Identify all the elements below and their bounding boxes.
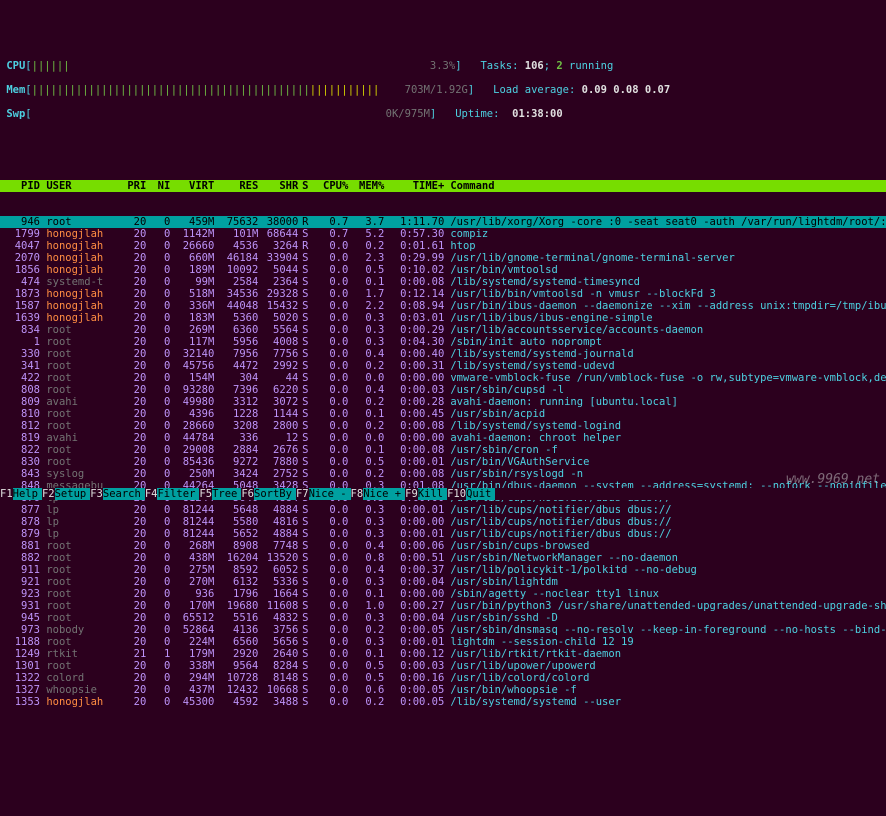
process-row[interactable]: 923 root20093617961664S0.00.10:00.00/sbi… [0, 588, 886, 600]
process-row[interactable]: 1 root200117M59564008S0.00.30:04.30/sbin… [0, 336, 886, 348]
process-row[interactable]: 1799 honogjlah2001142M101M68644S0.75.20:… [0, 228, 886, 240]
process-row[interactable]: 830 root2008543692727880S0.00.50:00.01/u… [0, 456, 886, 468]
process-table-body[interactable]: 946 root200459M7563238000R0.73.71:11.70/… [0, 216, 886, 708]
process-row[interactable]: 812 root2002866032082800S0.00.20:00.08/l… [0, 420, 886, 432]
function-key-bar[interactable]: F1HelpF2SetupF3SearchF4FilterF5TreeF6Sor… [0, 488, 886, 500]
process-row[interactable]: 810 root200439612281144S0.00.10:00.45/us… [0, 408, 886, 420]
fnkey[interactable]: F5 [199, 488, 212, 500]
fnkey[interactable]: F3 [90, 488, 103, 500]
fnkey[interactable]: F9 [405, 488, 418, 500]
process-row[interactable]: 1873 honogjlah200518M3453629328S0.01.70:… [0, 288, 886, 300]
fnkey[interactable]: F6 [241, 488, 254, 500]
process-row[interactable]: 1327 whoopsie200437M1243210668S0.00.60:0… [0, 684, 886, 696]
watermark: www.9969.net [786, 474, 880, 486]
process-row[interactable]: 834 root200269M63605564S0.00.30:00.29/us… [0, 324, 886, 336]
fnkey[interactable]: F7 [296, 488, 309, 500]
process-row[interactable]: 921 root200270M61325336S0.00.30:00.04/us… [0, 576, 886, 588]
process-row[interactable]: 808 root2009328073966220S0.00.40:00.03/u… [0, 384, 886, 396]
fnkey[interactable]: F1 [0, 488, 13, 500]
cpu-meter: CPU[|||||| 3.3%] Tasks: 106; 2 running [0, 60, 886, 72]
process-row[interactable]: 1249 rtkit211179M29202640S0.00.10:00.12/… [0, 648, 886, 660]
process-row[interactable]: 946 root200459M7563238000R0.73.71:11.70/… [0, 216, 886, 228]
process-row[interactable]: 1353 honogjlah2004530045923488S0.00.20:0… [0, 696, 886, 708]
process-row[interactable]: 422 root200154M30444S0.00.00:00.00vmware… [0, 372, 886, 384]
process-row[interactable]: 1301 root200338M95648284S0.00.50:00.03/u… [0, 660, 886, 672]
process-row[interactable]: 882 root200438M1620413520S0.00.80:00.51/… [0, 552, 886, 564]
process-row[interactable]: 330 root2003214079567756S0.00.40:00.40/l… [0, 348, 886, 360]
process-row[interactable]: 973 nobody2005286441363756S0.00.20:00.05… [0, 624, 886, 636]
process-row[interactable]: 1322 colord200294M107288148S0.00.50:00.1… [0, 672, 886, 684]
process-row[interactable]: 1856 honogjlah200189M100925044S0.00.50:1… [0, 264, 886, 276]
process-row[interactable]: 843 syslog200250M34242752S0.00.20:00.08/… [0, 468, 886, 480]
process-row[interactable]: 341 root2004575644722992S0.00.20:00.31/l… [0, 360, 886, 372]
process-row[interactable]: 878 lp2008124455804816S0.00.30:00.00/usr… [0, 516, 886, 528]
process-row[interactable]: 809 avahi2004998033123072S0.00.20:00.28a… [0, 396, 886, 408]
process-row[interactable]: 881 root200268M89087748S0.00.40:00.06/us… [0, 540, 886, 552]
fnkey[interactable]: F8 [351, 488, 364, 500]
process-row[interactable]: 819 avahi2004478433612S0.00.00:00.00avah… [0, 432, 886, 444]
process-row[interactable]: 474 systemd-t20099M25842364S0.00.10:00.0… [0, 276, 886, 288]
process-row[interactable]: 2070 honogjlah200660M4618433904S0.02.30:… [0, 252, 886, 264]
fnkey[interactable]: F10 [447, 488, 466, 500]
process-row[interactable]: 879 lp2008124456524884S0.00.30:00.01/usr… [0, 528, 886, 540]
process-row[interactable]: 877 lp2008124456484884S0.00.30:00.01/usr… [0, 504, 886, 516]
process-row[interactable]: 1188 root200224M65605656S0.00.30:00.01li… [0, 636, 886, 648]
process-row[interactable]: 4047 honogjlah2002666045363264R0.00.20:0… [0, 240, 886, 252]
process-row[interactable]: 931 root200170M1968011608S0.01.00:00.27/… [0, 600, 886, 612]
mem-meter: Mem[||||||||||||||||||||||||||||||||||||… [0, 84, 886, 96]
process-row[interactable]: 911 root200275M85926052S0.00.40:00.37/us… [0, 564, 886, 576]
process-table-header[interactable]: PID USERPRINIVIRTRESSHRSCPU%MEM%TIME+Com… [0, 180, 886, 192]
swp-meter: Swp[ 0K/975M] Uptime: 01:38:00 [0, 108, 886, 120]
process-row[interactable]: 822 root2002900828842676S0.00.10:00.08/u… [0, 444, 886, 456]
process-row[interactable]: 1639 honogjlah200183M53605020S0.00.30:03… [0, 312, 886, 324]
process-row[interactable]: 945 root2006551255164832S0.00.30:00.04/u… [0, 612, 886, 624]
process-row[interactable]: 1587 honogjlah200336M4404815432S0.02.20:… [0, 300, 886, 312]
fnkey[interactable]: F2 [42, 488, 55, 500]
fnkey[interactable]: F4 [145, 488, 158, 500]
